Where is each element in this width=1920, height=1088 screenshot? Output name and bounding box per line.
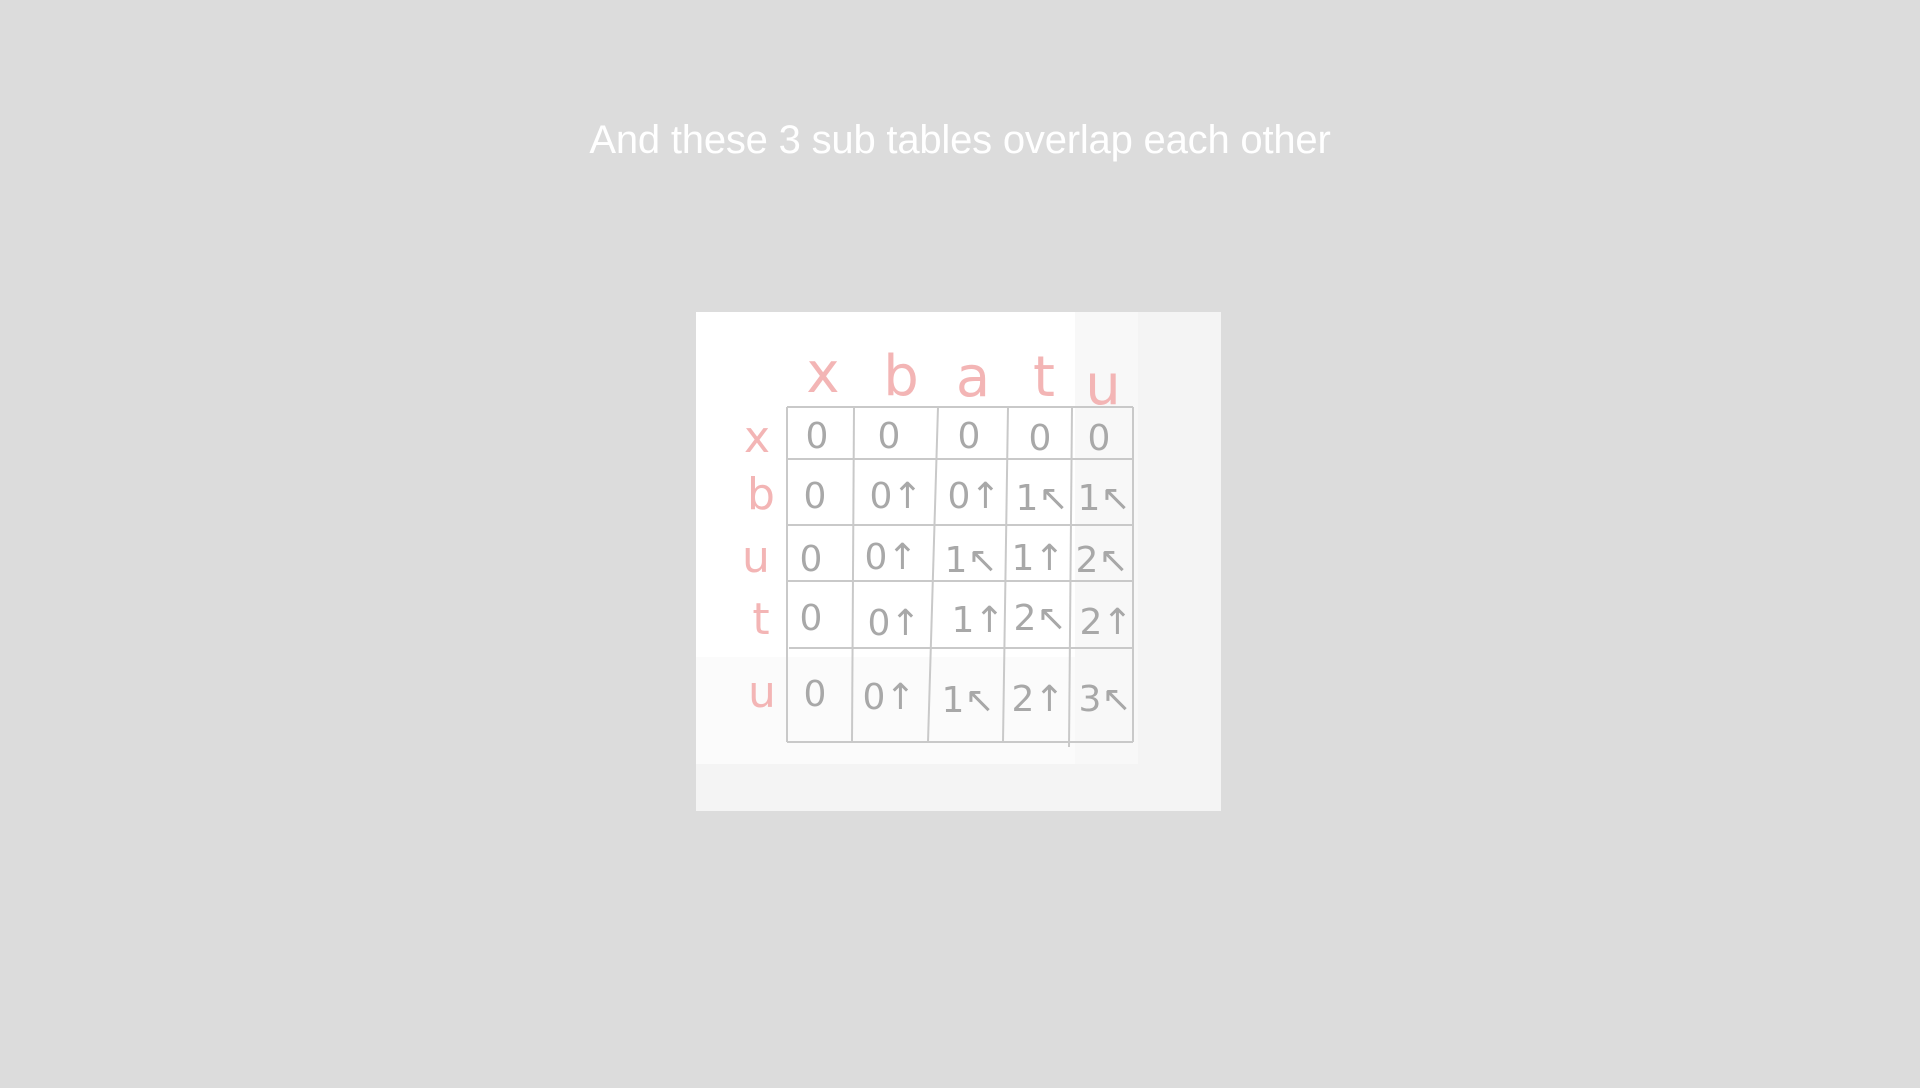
- row-header: b: [747, 469, 775, 520]
- row-header: u: [742, 532, 770, 583]
- table-cell: 0: [878, 416, 901, 457]
- table-cell: 0↑: [864, 537, 917, 578]
- table-cell: 0: [800, 539, 823, 580]
- table-cell: 0: [806, 416, 829, 457]
- row-header: u: [748, 667, 776, 718]
- row-header: x: [744, 412, 770, 463]
- col-header: a: [956, 345, 990, 410]
- table-cell: 1↖: [1077, 478, 1130, 519]
- table-cell: 2↑: [1011, 679, 1064, 720]
- table-cell: 2↖: [1075, 540, 1128, 581]
- table-cell: 1↑: [1011, 538, 1064, 579]
- table-cell: 1↑: [951, 600, 1004, 641]
- table-sketch: x b a t u x b u t u 0 0 0 0 0 0 0↑ 0↑ 1↖…: [696, 312, 1221, 811]
- table-cell: 0: [804, 674, 827, 715]
- table-cell: 0↑: [867, 603, 920, 644]
- table-cell: 0↑: [862, 677, 915, 718]
- col-header: u: [1085, 353, 1121, 418]
- table-cell: 1↖: [941, 680, 994, 721]
- col-header: b: [883, 344, 919, 409]
- table-cell: 0: [800, 598, 823, 639]
- table-cell: 1↖: [1015, 478, 1068, 519]
- table-cell: 0: [958, 416, 981, 457]
- table-cell: 3↖: [1078, 679, 1131, 720]
- table-cell: 0: [1029, 418, 1052, 459]
- slide-title: And these 3 sub tables overlap each othe…: [589, 118, 1331, 162]
- table-cell: 0↑: [869, 476, 922, 517]
- table-cell: 2↑: [1079, 602, 1132, 643]
- col-header: x: [806, 341, 839, 406]
- slide: And these 3 sub tables overlap each othe…: [0, 0, 1920, 1088]
- col-header: t: [1033, 345, 1055, 410]
- table-cell: 2↖: [1013, 598, 1066, 639]
- table-cell: 0: [1088, 418, 1111, 459]
- table-cell: 0↑: [947, 476, 1000, 517]
- table-cell: 0: [804, 476, 827, 517]
- table-photo: x b a t u x b u t u 0 0 0 0 0 0 0↑ 0↑ 1↖…: [696, 312, 1221, 811]
- row-header: t: [752, 594, 769, 645]
- table-cell: 1↖: [944, 540, 997, 581]
